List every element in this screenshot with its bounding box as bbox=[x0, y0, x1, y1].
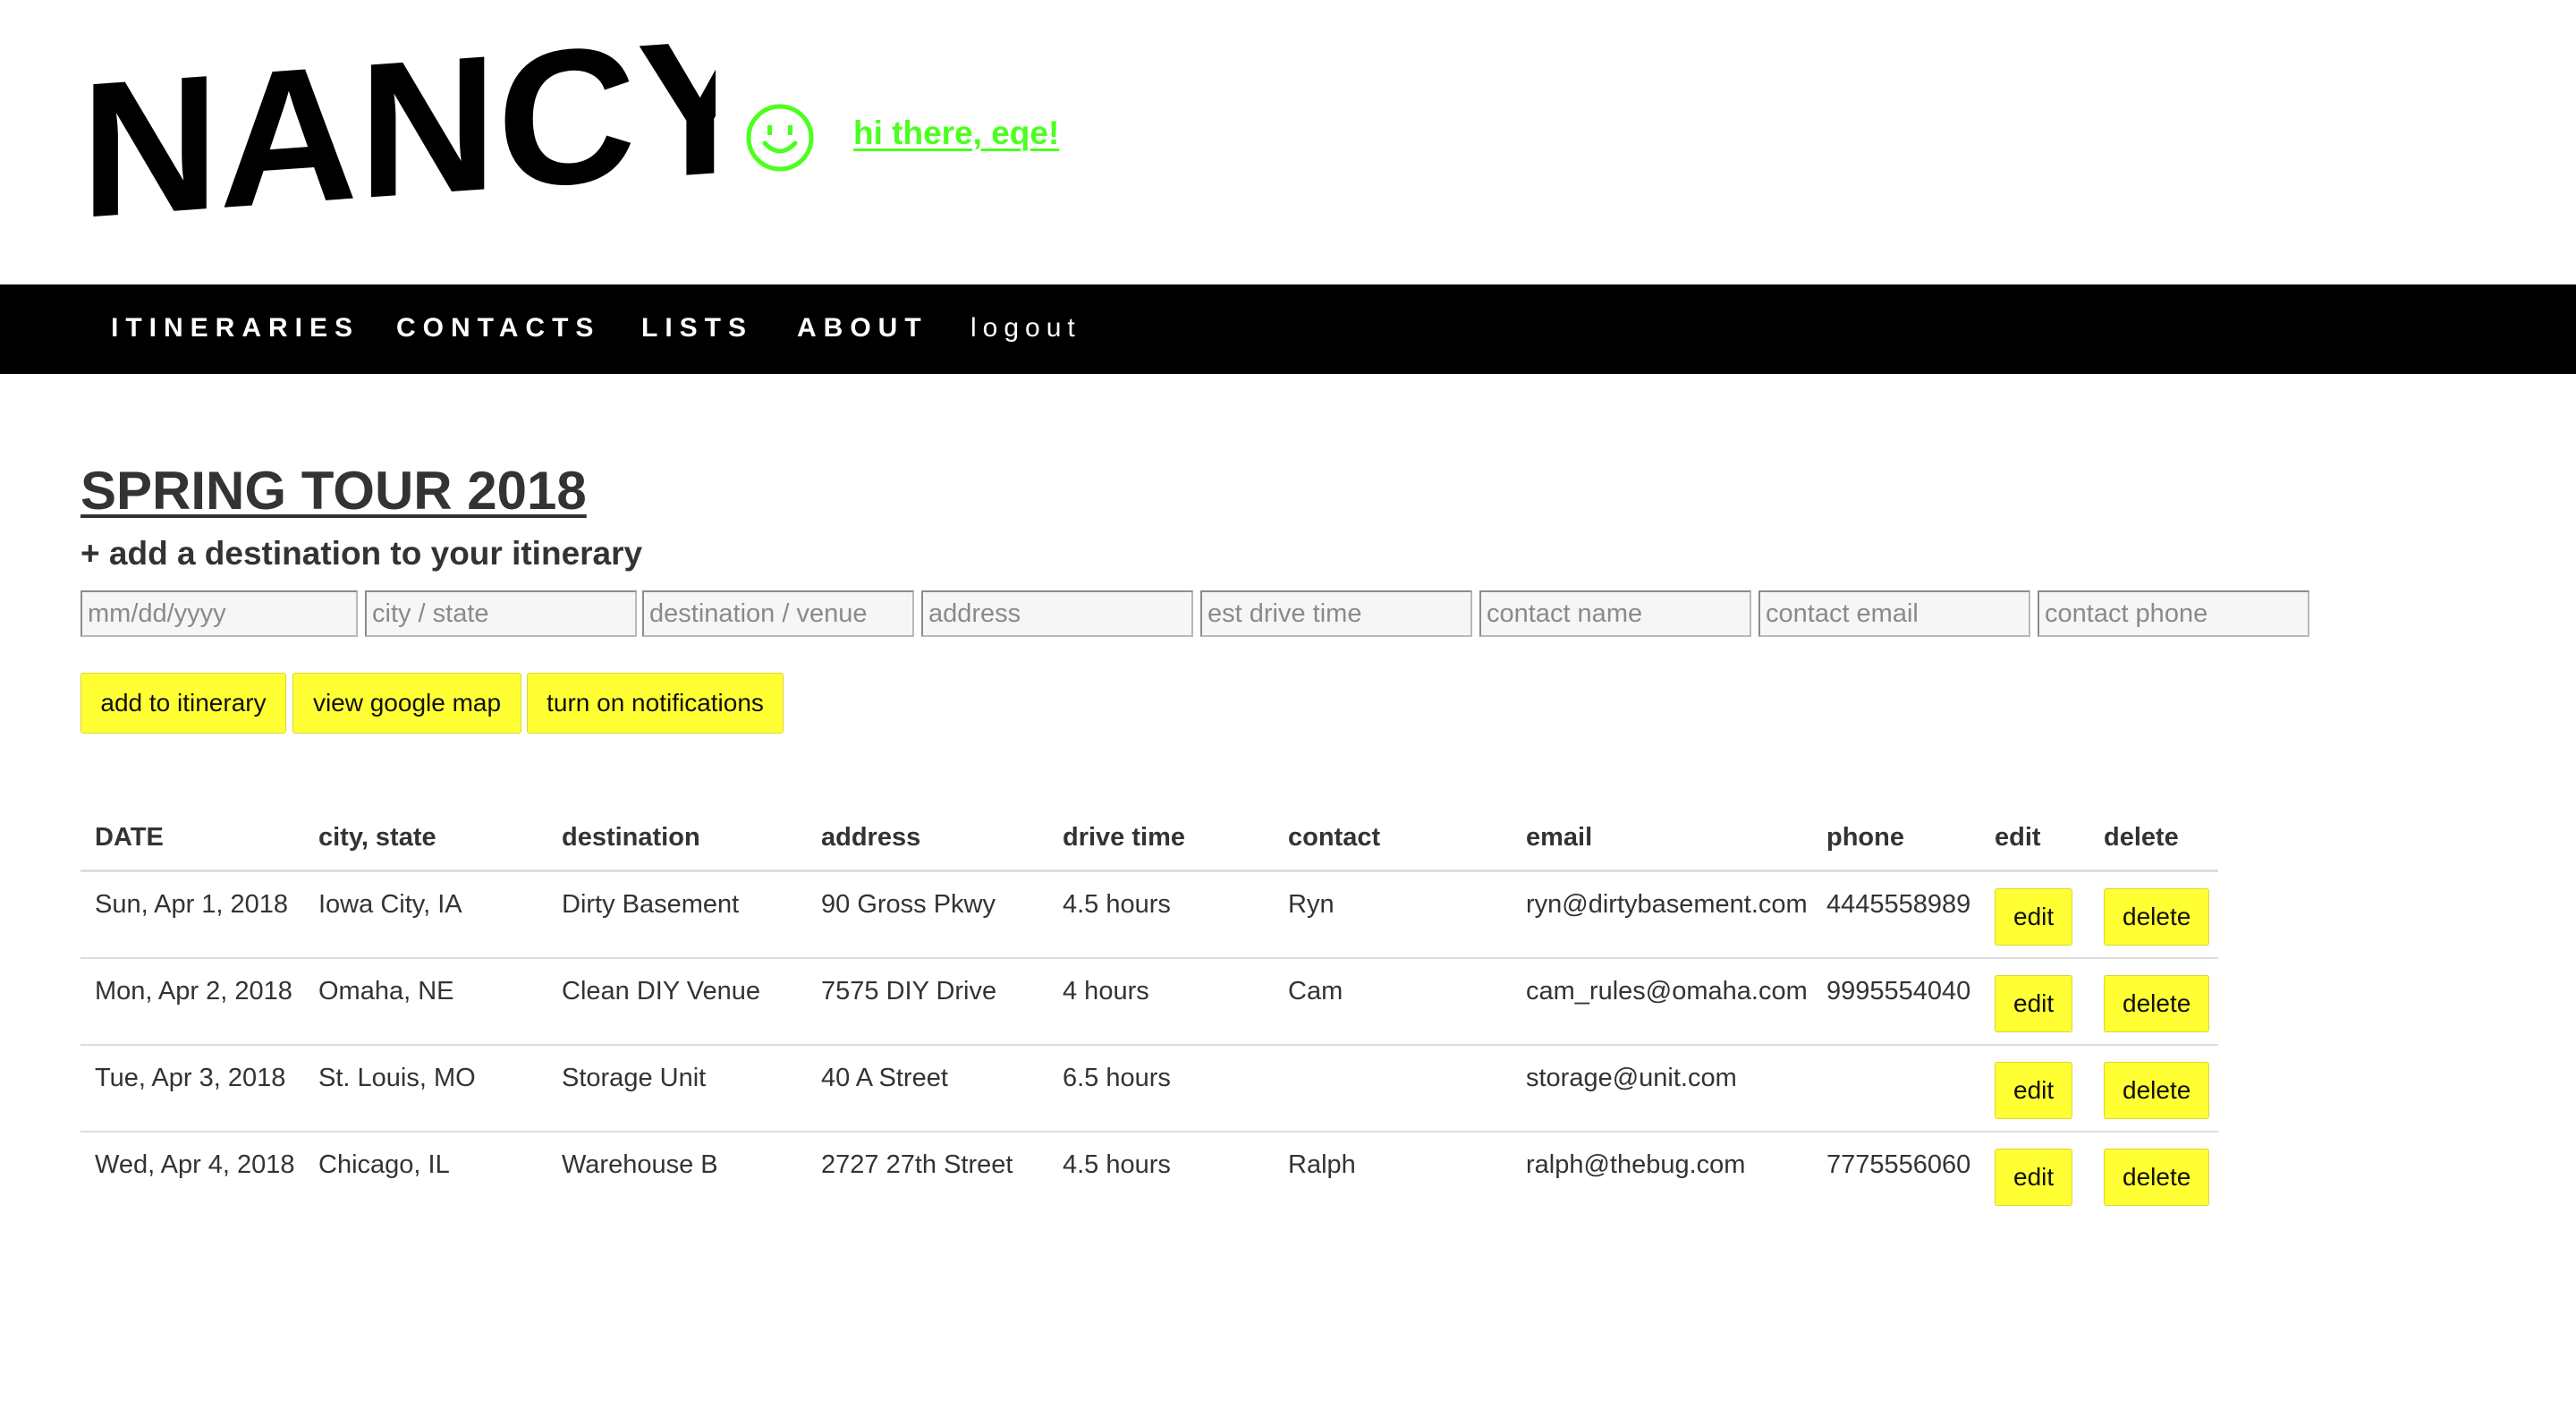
contact-email-input[interactable] bbox=[1758, 590, 2030, 637]
cell-date: Sun, Apr 1, 2018 bbox=[80, 870, 304, 959]
nav-logout[interactable]: logout bbox=[970, 313, 1081, 344]
cell-date: Mon, Apr 2, 2018 bbox=[80, 957, 304, 1046]
cell-phone: 4445558989 bbox=[1812, 870, 1980, 959]
header-email: email bbox=[1512, 805, 1812, 872]
main-nav bbox=[0, 284, 2576, 374]
city-state-input[interactable] bbox=[365, 590, 637, 637]
cell-city-state: St. Louis, MO bbox=[304, 1044, 547, 1133]
cell-destination: Warehouse B bbox=[562, 1150, 718, 1179]
table-row: Wed, Apr 4, 2018 Chicago, IL Warehouse B… bbox=[80, 1132, 2218, 1218]
cell-drive-time: 4 hours bbox=[1048, 957, 1274, 1046]
header-address: address bbox=[807, 805, 1048, 872]
cell-phone: 7775556060 bbox=[1826, 1150, 1971, 1179]
cell-destination: Storage Unit bbox=[547, 1044, 807, 1133]
date-input[interactable] bbox=[80, 590, 358, 637]
nav-lists[interactable]: LISTS bbox=[641, 313, 753, 344]
cell-address: 2727 27th Street bbox=[821, 1150, 1013, 1179]
cell-contact bbox=[1274, 1044, 1512, 1133]
cell-contact: Ryn bbox=[1274, 870, 1512, 959]
cell-delete: delete bbox=[2089, 870, 2218, 959]
nav-itineraries[interactable]: ITINERARIES bbox=[111, 313, 360, 344]
cell-delete: delete bbox=[2089, 1132, 2218, 1218]
delete-button[interactable]: delete bbox=[2104, 1148, 2210, 1206]
table-row: Mon, Apr 2, 2018 Omaha, NE Clean DIY Ven… bbox=[80, 957, 2218, 1046]
table-header-row: DATE city, state destination address dri… bbox=[80, 805, 2218, 872]
contact-name-input[interactable] bbox=[1479, 590, 1751, 637]
cell-address: 40 A Street bbox=[807, 1044, 1048, 1133]
edit-button[interactable]: edit bbox=[1995, 1061, 2073, 1119]
add-to-itinerary-button[interactable]: add to itinerary bbox=[80, 673, 286, 734]
page-title: SPRING TOUR 2018 bbox=[80, 461, 587, 521]
cell-email: storage@unit.com bbox=[1512, 1044, 1812, 1133]
nancy-logo: NANCY bbox=[80, 43, 716, 222]
add-destination-heading: + add a destination to your itinerary bbox=[80, 535, 643, 572]
smiley-icon bbox=[746, 104, 814, 172]
cell-edit: edit bbox=[1980, 957, 2089, 1046]
delete-button[interactable]: delete bbox=[2104, 888, 2210, 946]
itinerary-table: DATE city, state destination address dri… bbox=[80, 805, 2218, 1218]
header-phone: phone bbox=[1812, 805, 1980, 872]
header-edit: edit bbox=[1980, 805, 2089, 872]
cell-email: ryn@dirtybasement.com bbox=[1512, 870, 1812, 959]
nav-about[interactable]: ABOUT bbox=[797, 313, 928, 344]
view-google-map-button[interactable]: view google map bbox=[292, 673, 521, 734]
cell-address: 90 Gross Pkwy bbox=[807, 870, 1048, 959]
logo-text: NANCY bbox=[80, 43, 716, 222]
header-contact: contact bbox=[1274, 805, 1512, 872]
table-row: Tue, Apr 3, 2018 St. Louis, MO Storage U… bbox=[80, 1044, 2218, 1133]
cell-delete: delete bbox=[2089, 1044, 2218, 1133]
cell-edit: edit bbox=[1980, 1132, 2089, 1218]
cell-email: ralph@thebug.com bbox=[1526, 1150, 1746, 1179]
cell-phone: 9995554040 bbox=[1812, 957, 1980, 1046]
header-drive-time: drive time bbox=[1048, 805, 1274, 872]
cell-edit: edit bbox=[1980, 870, 2089, 959]
cell-drive-time: 4.5 hours bbox=[1063, 1150, 1171, 1179]
address-input[interactable] bbox=[921, 590, 1193, 637]
edit-button[interactable]: edit bbox=[1995, 974, 2073, 1032]
cell-city-state: Chicago, IL bbox=[318, 1150, 450, 1179]
cell-edit: edit bbox=[1980, 1044, 2089, 1133]
destination-venue-input[interactable] bbox=[642, 590, 914, 637]
cell-drive-time: 6.5 hours bbox=[1048, 1044, 1274, 1133]
nav-contacts[interactable]: CONTACTS bbox=[396, 313, 600, 344]
cell-contact: Cam bbox=[1274, 957, 1512, 1046]
table-row: Sun, Apr 1, 2018 Iowa City, IA Dirty Bas… bbox=[80, 870, 2218, 959]
cell-email: cam_rules@omaha.com bbox=[1512, 957, 1812, 1046]
header-city-state: city, state bbox=[304, 805, 547, 872]
drive-time-input[interactable] bbox=[1200, 590, 1472, 637]
cell-city-state: Iowa City, IA bbox=[304, 870, 547, 959]
edit-button[interactable]: edit bbox=[1995, 888, 2073, 946]
cell-delete: delete bbox=[2089, 957, 2218, 1046]
cell-city-state: Omaha, NE bbox=[304, 957, 547, 1046]
delete-button[interactable]: delete bbox=[2104, 974, 2210, 1032]
cell-drive-time: 4.5 hours bbox=[1048, 870, 1274, 959]
user-greeting-link[interactable]: hi there, eqe! bbox=[853, 115, 1059, 152]
cell-contact: Ralph bbox=[1288, 1150, 1356, 1179]
header: NANCY hi there, eqe! bbox=[0, 0, 2576, 284]
delete-button[interactable]: delete bbox=[2104, 1061, 2210, 1119]
cell-destination: Clean DIY Venue bbox=[547, 957, 807, 1046]
contact-phone-input[interactable] bbox=[2038, 590, 2309, 637]
cell-date: Tue, Apr 3, 2018 bbox=[80, 1044, 304, 1133]
edit-button[interactable]: edit bbox=[1995, 1148, 2073, 1206]
cell-destination: Dirty Basement bbox=[547, 870, 807, 959]
header-destination: destination bbox=[547, 805, 807, 872]
cell-phone bbox=[1812, 1044, 1980, 1133]
cell-date: Wed, Apr 4, 2018 bbox=[95, 1150, 295, 1179]
cell-address: 7575 DIY Drive bbox=[807, 957, 1048, 1046]
header-delete: delete bbox=[2089, 805, 2218, 872]
turn-on-notifications-button[interactable]: turn on notifications bbox=[527, 673, 784, 734]
header-date: DATE bbox=[80, 805, 304, 872]
